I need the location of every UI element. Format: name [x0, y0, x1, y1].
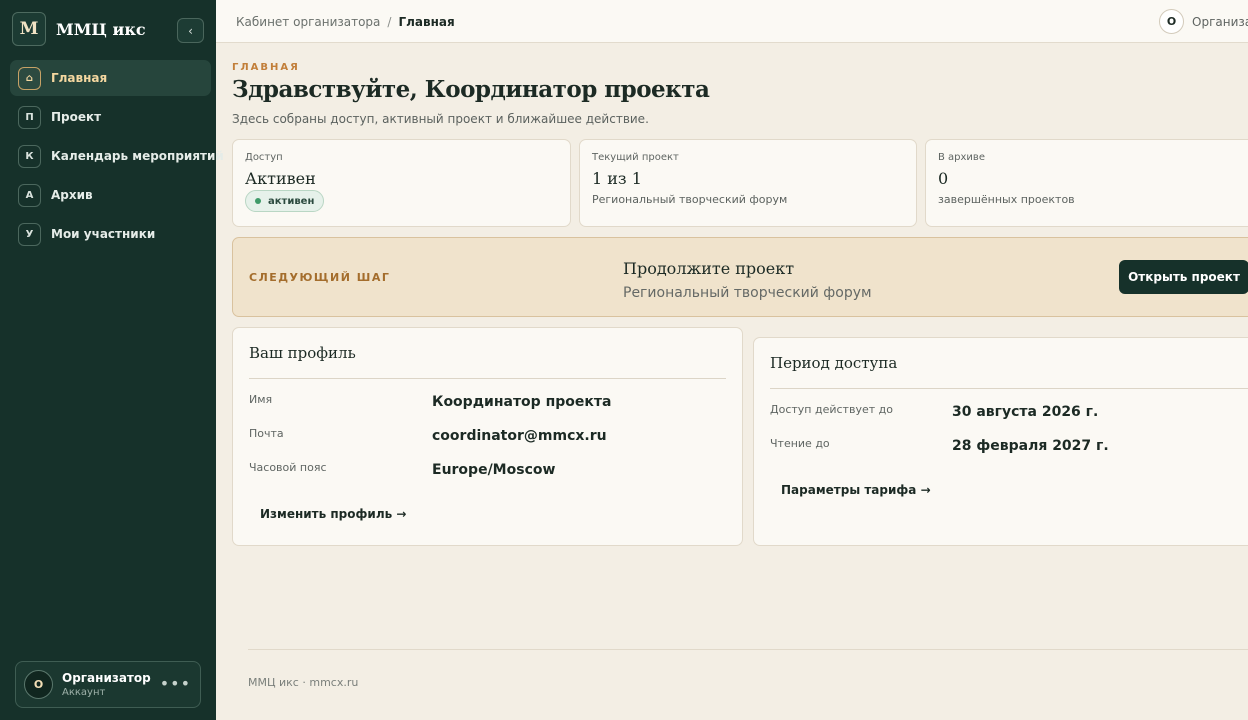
archive-letter-icon: А	[18, 183, 41, 207]
participants-letter-icon: У	[18, 222, 41, 246]
stat-value: 1 из 1	[592, 169, 642, 188]
status-badge-label: активен	[268, 195, 315, 207]
sidebar-item-calendar[interactable]: К Календарь мероприятий	[10, 138, 224, 174]
stat-label: Доступ	[245, 152, 283, 163]
sidebar-item-project[interactable]: П Проект	[10, 99, 211, 135]
user-name: Организатор	[62, 671, 151, 685]
card-title: Ваш профиль	[249, 344, 356, 362]
read-until-value: 28 февраля 2027 г.	[952, 438, 1109, 454]
topbar: Кабинет организатора / Главная О Организат…	[216, 0, 1248, 43]
sidebar-item-participants[interactable]: У Мои участники	[10, 216, 211, 252]
stat-value: Активен	[245, 169, 316, 188]
page-eyebrow: ГЛАВНАЯ	[232, 62, 300, 73]
status-dot-icon	[255, 198, 261, 204]
open-project-button[interactable]: Открыть проект	[1119, 260, 1248, 294]
profile-timezone-label: Часовой пояс	[249, 461, 327, 474]
profile-name-label: Имя	[249, 393, 273, 406]
sidebar: M ММЦ икс ‹ ⌂ Главная П Проект К Календа…	[0, 0, 224, 720]
sidebar-item-label: Проект	[51, 110, 102, 124]
profile-email-label: Почта	[249, 427, 284, 440]
brand-name: ММЦ икс	[56, 19, 146, 39]
stat-value: 0	[938, 169, 949, 188]
stat-note: Региональный творческий форум	[592, 193, 788, 206]
topbar-user[interactable]: О Организатор	[1159, 9, 1248, 34]
profile-email-value: coordinator@mmcx.ru	[432, 428, 607, 444]
chevron-left-icon: ‹	[188, 23, 193, 38]
sidebar-item-label: Календарь мероприятий	[51, 149, 224, 163]
project-letter-icon: П	[18, 105, 41, 129]
user-role: Аккаунт	[62, 687, 106, 698]
stat-label: В архиве	[938, 152, 985, 163]
profile-timezone-value: Europe/Moscow	[432, 462, 556, 478]
sidebar-item-label: Главная	[51, 71, 108, 85]
home-icon: ⌂	[18, 66, 41, 90]
profile-card: Ваш профиль Имя Координатор проекта Почт…	[232, 327, 743, 546]
sidebar-nav: ⌂ Главная П Проект К Календарь мероприят…	[10, 60, 224, 255]
footer-text: ММЦ икс · mmcx.ru	[248, 676, 359, 689]
card-divider	[770, 388, 1248, 389]
profile-name-value: Координатор проекта	[432, 394, 612, 410]
card-divider	[249, 378, 726, 379]
tariff-settings-link[interactable]: Параметры тарифа →	[781, 483, 931, 497]
breadcrumb-root[interactable]: Кабинет организатора	[236, 15, 380, 29]
sidebar-item-archive[interactable]: А Архив	[10, 177, 211, 213]
brand[interactable]: M ММЦ икс	[12, 12, 146, 46]
avatar: О	[24, 670, 53, 699]
footer-divider	[248, 649, 1248, 650]
stat-note: завершённых проектов	[938, 193, 1075, 206]
user-info: Организатор Аккаунт	[62, 671, 151, 698]
sidebar-item-label: Архив	[51, 188, 93, 202]
status-badge: активен	[245, 190, 325, 212]
calendar-letter-icon: К	[18, 144, 41, 168]
page-title: Здравствуйте, Координатор проекта	[232, 76, 710, 103]
edit-profile-link[interactable]: Изменить профиль →	[260, 507, 406, 521]
page-subtitle: Здесь собраны доступ, активный проект и …	[232, 112, 649, 126]
stat-archive: В архиве 0 завершённых проектов	[925, 139, 1248, 227]
sidebar-item-home[interactable]: ⌂ Главная	[10, 60, 211, 96]
read-until-label: Чтение до	[770, 437, 830, 450]
brand-logo: M	[12, 12, 46, 46]
next-step-label: СЛЕДУЮЩИЙ ШАГ	[249, 271, 391, 284]
access-until-value: 30 августа 2026 г.	[952, 404, 1099, 420]
more-icon[interactable]: •••	[160, 674, 191, 693]
avatar: О	[1159, 9, 1184, 34]
card-title: Период доступа	[770, 354, 898, 372]
breadcrumb: Кабинет организатора / Главная	[236, 15, 455, 29]
sidebar-user-card[interactable]: О Организатор Аккаунт •••	[15, 661, 201, 708]
collapse-sidebar-button[interactable]: ‹	[177, 18, 204, 43]
next-step-banner: СЛЕДУЮЩИЙ ШАГ Продолжите проект Регионал…	[232, 237, 1248, 317]
access-period-card: Период доступа Доступ действует до 30 ав…	[753, 337, 1248, 546]
sidebar-item-label: Мои участники	[51, 227, 156, 241]
stat-access: Доступ Активен активен	[232, 139, 571, 227]
breadcrumb-separator: /	[387, 15, 392, 29]
topbar-user-name: Организатор	[1192, 14, 1248, 29]
stat-current-project: Текущий проект 1 из 1 Региональный творч…	[579, 139, 917, 227]
access-until-label: Доступ действует до	[770, 403, 893, 416]
stat-label: Текущий проект	[592, 152, 679, 163]
breadcrumb-current: Главная	[398, 15, 455, 29]
next-step-title: Продолжите проект	[623, 259, 795, 278]
next-step-subtitle: Региональный творческий форум	[623, 285, 872, 301]
